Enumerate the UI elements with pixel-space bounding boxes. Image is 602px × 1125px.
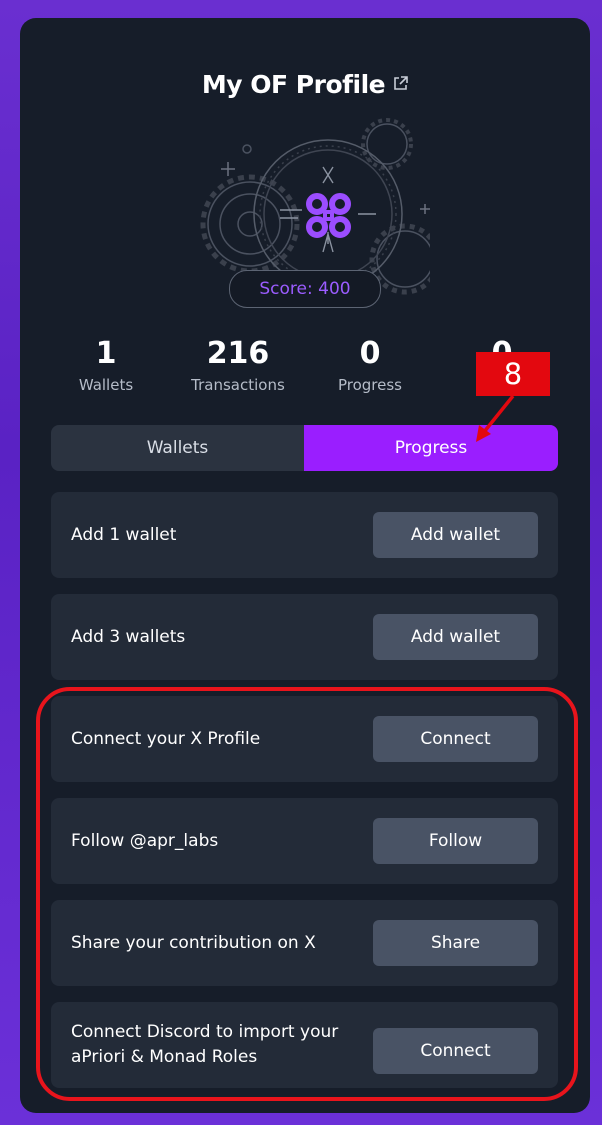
profile-title-text: My OF Profile	[201, 70, 386, 99]
stat-wallets: 1 Wallets	[41, 336, 171, 394]
score-badge: Score: 400	[229, 270, 381, 308]
page-title: My OF Profile	[20, 68, 590, 99]
stat-progress: 0 Progress	[305, 336, 435, 394]
task-item: Add 1 wallet Add wallet	[51, 492, 558, 578]
task-item: Add 3 wallets Add wallet	[51, 594, 558, 680]
tab-wallets[interactable]: Wallets	[51, 425, 304, 471]
stat-label: Progress	[337, 376, 402, 394]
task-text: Add 1 wallet	[71, 524, 177, 545]
stat-label: Transactions	[191, 376, 285, 394]
tab-bar: Wallets Progress	[51, 425, 558, 471]
stat-value: 1	[95, 336, 117, 371]
task-text: Add 3 wallets	[71, 626, 186, 647]
external-link-icon[interactable]	[393, 68, 408, 97]
annotation-highlight	[36, 687, 578, 1101]
annotation-step-badge: 8	[476, 352, 550, 396]
add-wallet-button[interactable]: Add wallet	[373, 614, 538, 660]
tab-progress[interactable]: Progress	[304, 425, 558, 471]
stat-value: 0	[359, 336, 381, 371]
stat-value: 216	[206, 336, 270, 371]
stat-transactions: 216 Transactions	[173, 336, 303, 394]
stat-label: Wallets	[78, 376, 134, 394]
add-wallet-button[interactable]: Add wallet	[373, 512, 538, 558]
